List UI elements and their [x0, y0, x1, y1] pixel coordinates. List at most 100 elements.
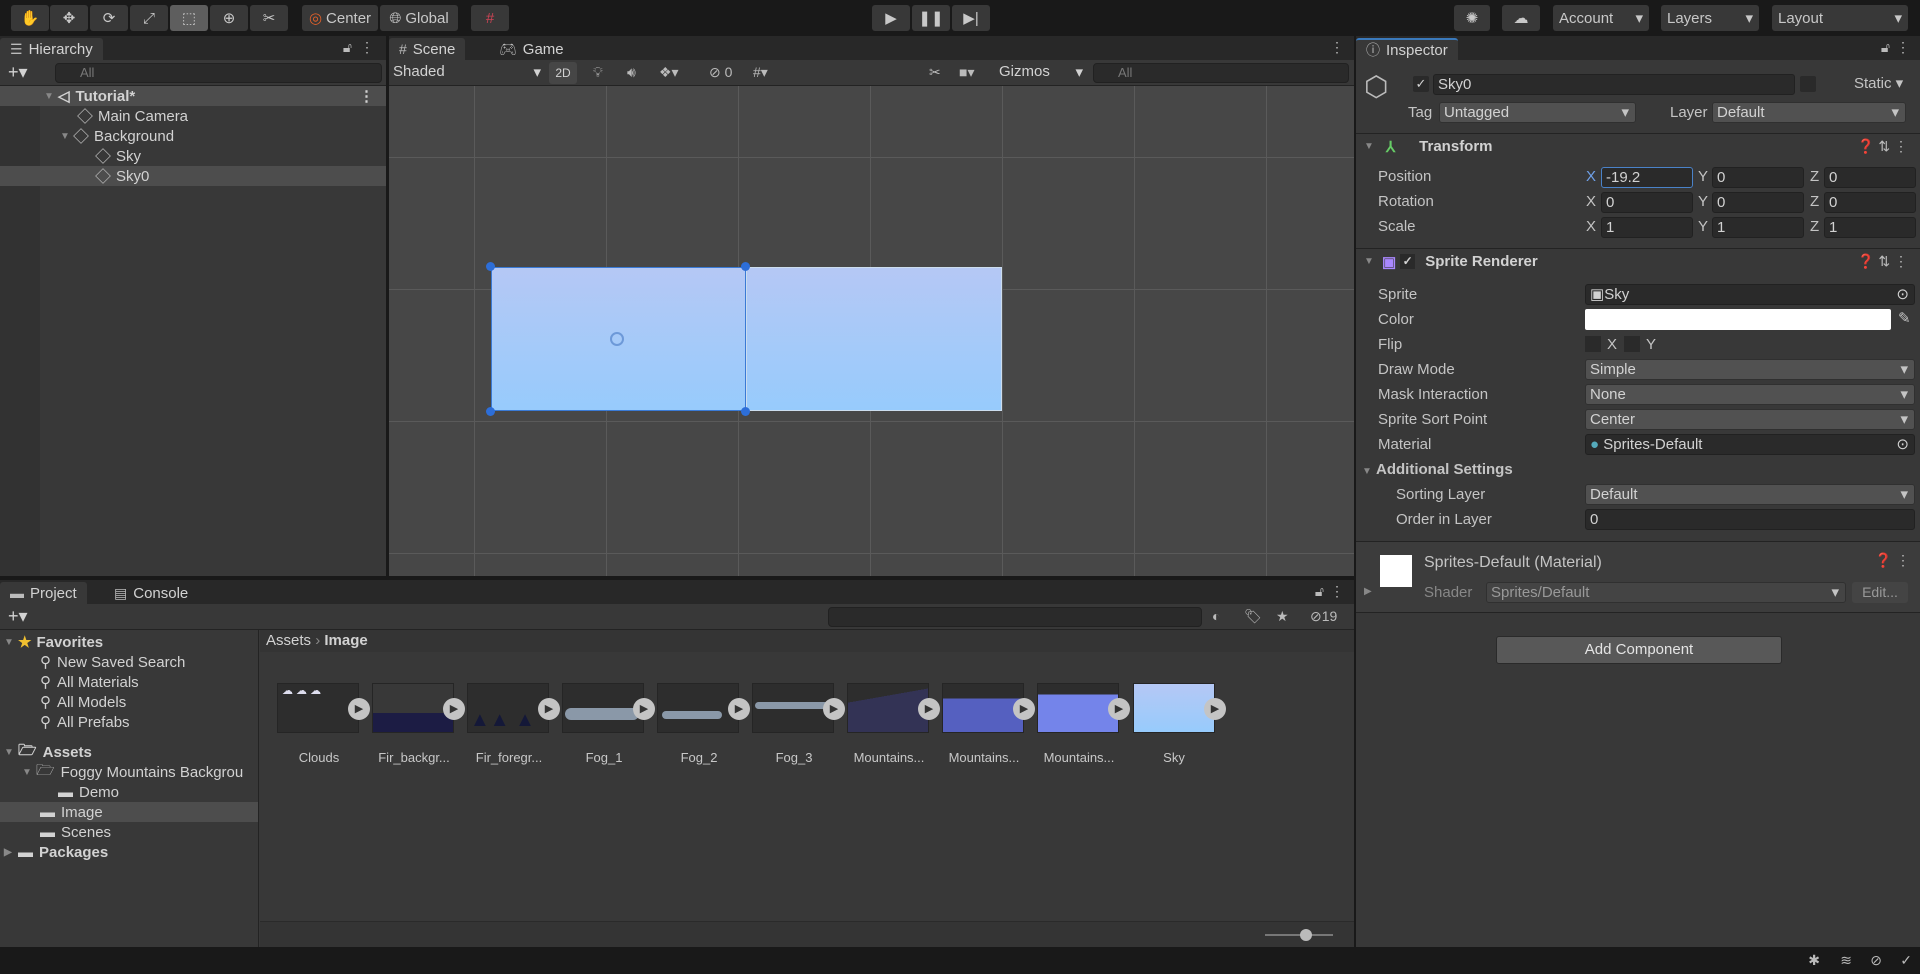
- 2d-toggle[interactable]: 2D: [549, 62, 577, 84]
- position-y-input[interactable]: 0: [1712, 167, 1804, 188]
- color-swatch[interactable]: [1585, 309, 1891, 330]
- enabled-checkbox[interactable]: ✓: [1400, 254, 1415, 269]
- rotation-z-input[interactable]: 0: [1824, 192, 1916, 213]
- play-icon[interactable]: ▶: [918, 698, 940, 720]
- asset-thumb-fog-2[interactable]: ▶: [657, 683, 739, 733]
- expand-arrow-icon[interactable]: ▼: [60, 131, 74, 142]
- cloud-button[interactable]: ☁: [1502, 5, 1540, 31]
- favorite-item[interactable]: ⚲New Saved Search: [0, 652, 258, 672]
- rotate-tool-button[interactable]: ⟳: [90, 5, 128, 31]
- active-checkbox[interactable]: ✓: [1413, 76, 1429, 92]
- play-icon[interactable]: ▶: [443, 698, 465, 720]
- effects-icon[interactable]: ❖▾: [659, 64, 679, 81]
- edit-shader-button[interactable]: Edit...: [1852, 582, 1908, 603]
- packages-folder[interactable]: ▶▬Packages: [0, 842, 258, 862]
- zoom-slider-thumb[interactable]: [1300, 929, 1312, 941]
- material-field[interactable]: ● Sprites-Default⊙: [1585, 434, 1915, 455]
- scale-y-input[interactable]: 1: [1712, 217, 1804, 238]
- order-in-layer-input[interactable]: 0: [1585, 509, 1915, 530]
- lock-icon[interactable]: 🔓︎: [1881, 39, 1890, 56]
- space-global-button[interactable]: 🌐︎Global: [380, 5, 458, 31]
- move-tool-button[interactable]: ✥: [50, 5, 88, 31]
- bug-icon[interactable]: ✱: [1808, 952, 1820, 969]
- sort-point-dropdown[interactable]: Center: [1585, 409, 1915, 430]
- star-icon[interactable]: ★: [1276, 608, 1289, 625]
- scene-viewport[interactable]: [389, 86, 1354, 576]
- component-menu-icons[interactable]: ❓ ⋮: [1875, 552, 1910, 569]
- play-icon[interactable]: ▶: [348, 698, 370, 720]
- sprite-renderer-header[interactable]: ▼▣✓Sprite Renderer❓ ⇅ ⋮: [1356, 248, 1920, 274]
- tab-project[interactable]: ▬Project: [0, 582, 87, 604]
- scale-z-input[interactable]: 1: [1824, 217, 1916, 238]
- play-icon[interactable]: ▶: [1204, 698, 1226, 720]
- custom-tool-button[interactable]: ✂: [250, 5, 288, 31]
- rect-tool-button[interactable]: ⬚: [170, 5, 208, 31]
- sprite-field[interactable]: ▣Sky⊙: [1585, 284, 1915, 305]
- scale-x-input[interactable]: 1: [1601, 217, 1693, 238]
- hand-tool-button[interactable]: ✋: [11, 5, 49, 31]
- pause-button[interactable]: ❚❚: [912, 5, 950, 31]
- layers-dropdown[interactable]: Layers▾: [1661, 5, 1759, 31]
- breadcrumb-image[interactable]: Image: [324, 632, 367, 649]
- sky-sprite[interactable]: [746, 267, 1002, 411]
- transform-header[interactable]: ▼⅄Transform❓ ⇅ ⋮: [1356, 133, 1920, 159]
- hierarchy-search-input[interactable]: All: [55, 63, 382, 83]
- step-button[interactable]: ▶|: [952, 5, 990, 31]
- tab-game[interactable]: 🎮︎Game: [489, 38, 574, 60]
- add-component-button[interactable]: Add Component: [1496, 636, 1782, 664]
- additional-settings-foldout[interactable]: ▼Additional Settings: [1362, 461, 1513, 478]
- asset-thumb-fir-background[interactable]: ▶: [372, 683, 454, 733]
- tools-icon[interactable]: ✂: [929, 64, 941, 81]
- flip-x-checkbox[interactable]: [1585, 336, 1601, 352]
- favorite-item[interactable]: ⚲All Models: [0, 692, 258, 712]
- play-button[interactable]: ▶: [872, 5, 910, 31]
- account-dropdown[interactable]: Account▾: [1553, 5, 1649, 31]
- hidden-packages-icon[interactable]: ⊘19: [1310, 608, 1337, 625]
- play-icon[interactable]: ▶: [1108, 698, 1130, 720]
- more-icon[interactable]: ⋮: [359, 87, 374, 105]
- check-icon[interactable]: ✓: [1900, 952, 1912, 969]
- zoom-slider[interactable]: [1265, 934, 1333, 936]
- tab-scene[interactable]: #Scene: [389, 38, 465, 60]
- sorting-layer-dropdown[interactable]: Default: [1585, 484, 1915, 505]
- play-icon[interactable]: ▶: [823, 698, 845, 720]
- rect-handle[interactable]: [741, 262, 750, 271]
- play-icon[interactable]: ▶: [633, 698, 655, 720]
- hierarchy-item-scene[interactable]: ▼◁Tutorial*⋮: [0, 86, 386, 106]
- scale-tool-button[interactable]: ⤢: [130, 5, 168, 31]
- more-icon[interactable]: ⋮: [360, 39, 374, 56]
- asset-thumb-mountains-3[interactable]: ▶: [1037, 683, 1119, 733]
- object-name-input[interactable]: Sky0: [1433, 74, 1795, 95]
- lock-icon[interactable]: 🔓︎: [343, 39, 352, 56]
- audio-icon[interactable]: 🔊︎: [627, 64, 636, 81]
- create-button[interactable]: +▾: [8, 606, 28, 627]
- favorite-item[interactable]: ⚲All Prefabs: [0, 712, 258, 732]
- more-icon[interactable]: ⋮: [1330, 583, 1344, 600]
- asset-thumb-clouds[interactable]: ☁ ☁ ☁▶: [277, 683, 359, 733]
- rect-handle[interactable]: [486, 262, 495, 271]
- asset-thumb-mountains-2[interactable]: ▶: [942, 683, 1024, 733]
- more-icon[interactable]: ⋮: [1896, 39, 1910, 56]
- lock-icon[interactable]: 🔓︎: [1315, 583, 1324, 600]
- assets-folder[interactable]: ▼🗁︎Assets: [0, 742, 258, 762]
- flip-y-checkbox[interactable]: [1624, 336, 1640, 352]
- folder-item[interactable]: ▼🗁︎Foggy Mountains Backgrou: [0, 762, 258, 782]
- folder-item[interactable]: ▬Scenes: [0, 822, 258, 842]
- play-icon[interactable]: ▶: [728, 698, 750, 720]
- pivot-center-button[interactable]: ◎Center: [302, 5, 378, 31]
- tab-inspector[interactable]: ⓘInspector: [1356, 38, 1458, 60]
- grid-snap-button[interactable]: #: [471, 5, 509, 31]
- shading-mode-dropdown[interactable]: Shaded▾: [393, 63, 541, 80]
- tab-console[interactable]: ▤Console: [104, 582, 198, 604]
- scene-search-input[interactable]: All: [1093, 63, 1349, 83]
- component-menu-icons[interactable]: ❓ ⇅ ⋮: [1857, 253, 1908, 270]
- search-by-type-icon[interactable]: ◐: [1212, 608, 1220, 624]
- visibility-icon[interactable]: ⊘ 0: [709, 64, 732, 81]
- grid-toggle-icon[interactable]: #▾: [753, 64, 768, 81]
- breadcrumb-assets[interactable]: Assets: [266, 632, 311, 649]
- folder-item[interactable]: ▬Demo: [0, 782, 258, 802]
- asset-thumb-mountains-1[interactable]: ▶: [847, 683, 929, 733]
- transform-tool-button[interactable]: ⊕: [210, 5, 248, 31]
- more-icon[interactable]: ⋮: [1330, 39, 1344, 56]
- cache-icon[interactable]: ≋: [1840, 952, 1852, 969]
